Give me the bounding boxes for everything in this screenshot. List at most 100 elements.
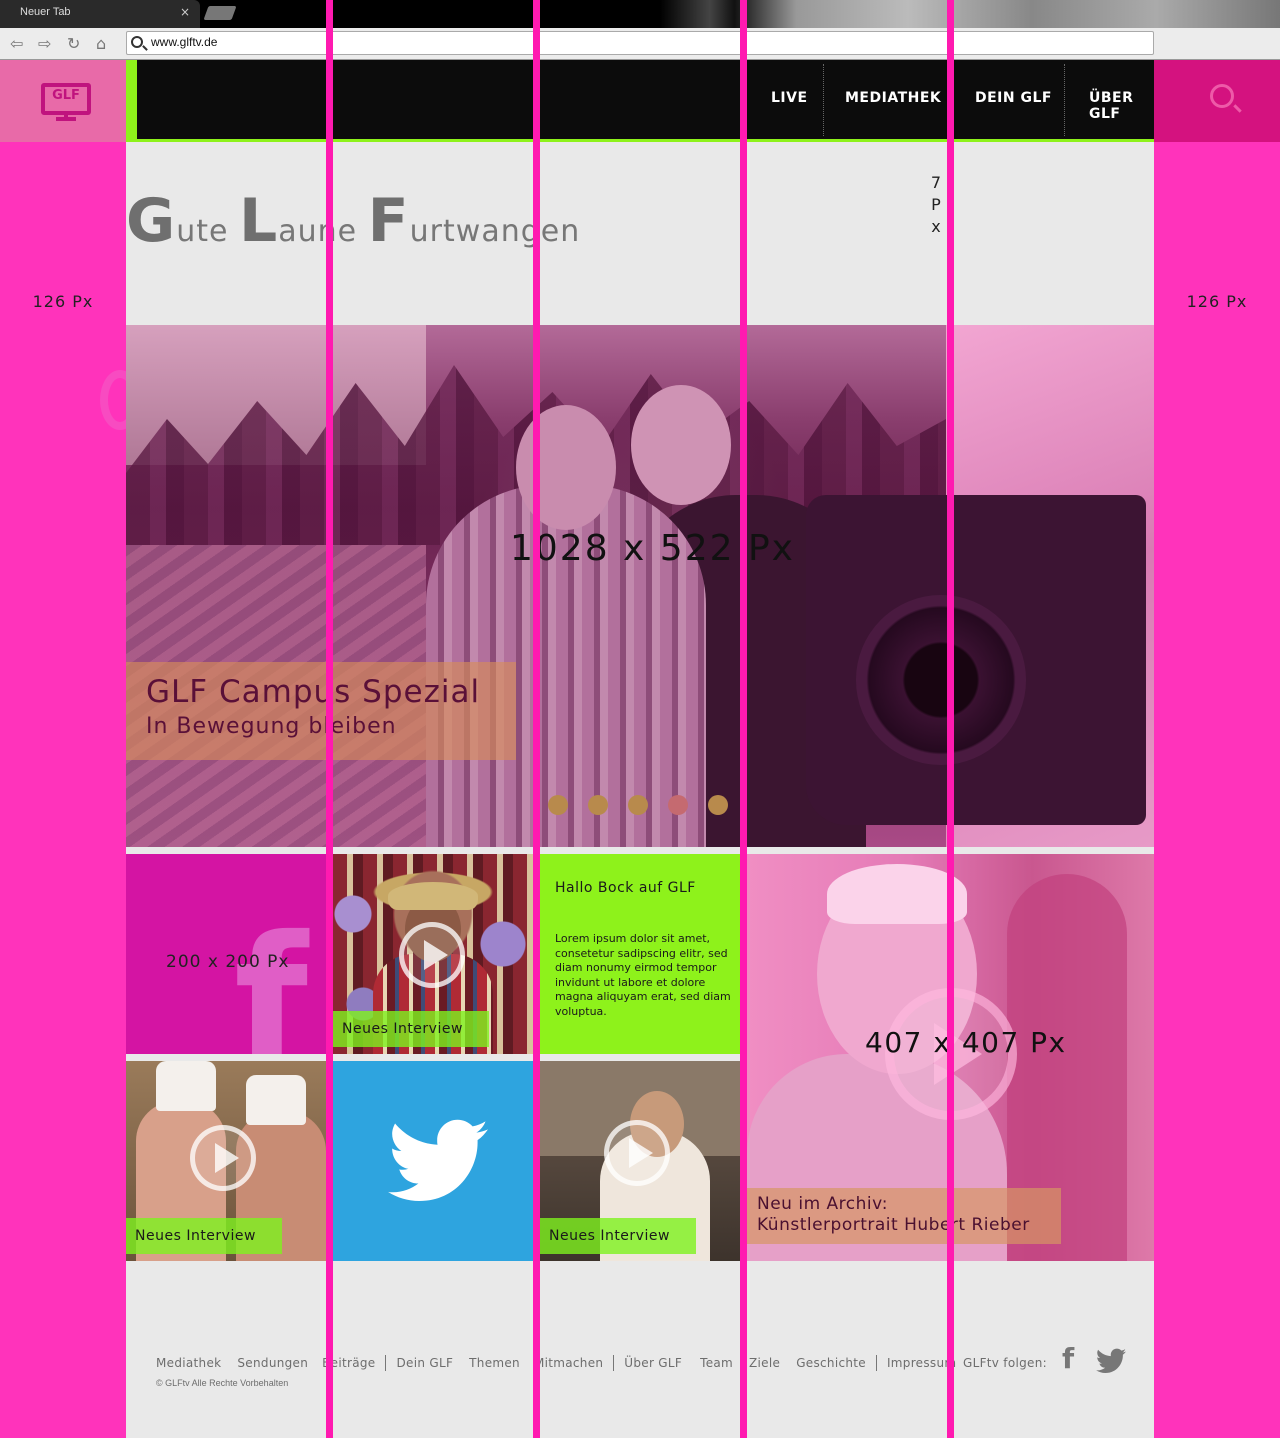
right-margin-overlay: 126 Px [1154,142,1280,1438]
grid-guide-line [533,0,540,1438]
footer-link-geschichte[interactable]: Geschichte [796,1354,866,1372]
footer-links: Mediathek Sendungen Beiträge Dein GLF Themen… [156,1354,956,1372]
tagline-word: aune [278,214,368,249]
footer-link-dein-glf[interactable]: Dein GLF [396,1354,453,1372]
footer-link-sendungen[interactable]: Sendungen [237,1354,308,1372]
gutter-annotation: 7 P x [928,172,944,238]
slider-dot[interactable] [628,795,648,815]
facebook-tile[interactable]: f 200 x 200 Px [126,854,326,1054]
facebook-icon[interactable]: f [1062,1345,1074,1373]
footer-link-themen[interactable]: Themen [469,1354,520,1372]
browser-toolbar: ⇦ ⇨ ↻ ⌂ www.glftv.de [0,28,1280,60]
interview-label: Neues Interview [126,1218,282,1254]
logo-text: GLF [52,88,80,103]
footer-separator [875,1355,877,1371]
teaser-title: Hallo Bock auf GLF [555,880,696,896]
grid-guide-line [740,0,747,1438]
slider-dot[interactable] [548,795,568,815]
copyright-text: © GLFtv Alle Rechte Vorbehalten [156,1378,289,1388]
address-bar[interactable]: www.glftv.de [126,31,1154,55]
margin-left-label: 126 Px [32,292,94,311]
slider-dots [548,795,728,817]
slider-dot[interactable] [588,795,608,815]
tagline-initial: L [239,186,279,256]
nav-underline [137,139,1154,142]
hero-subtitle: In Bewegung bleiben [146,714,397,739]
nav-separator [1064,64,1065,136]
grid-guide-line [947,0,954,1438]
play-icon[interactable] [190,1125,256,1191]
teaser-body: Lorem ipsum dolor sit amet, consetetur s… [555,932,731,1018]
text-teaser-tile[interactable]: Hallo Bock auf GLF Lorem ipsum dolor sit… [540,854,740,1054]
home-icon[interactable]: ⌂ [96,34,106,53]
accent-bar [126,60,137,142]
search-button[interactable] [1154,60,1280,142]
hero-title: GLF Campus Spezial [146,674,481,710]
left-margin-overlay: 126 Px [0,142,140,1438]
photo-person-hat [388,882,478,910]
site-logo[interactable]: GLF [0,60,126,142]
footer-link-mediathek[interactable]: Mediathek [156,1354,221,1372]
archive-label: Neu im Archiv: Künstlerportrait Hubert R… [747,1188,1061,1244]
play-icon[interactable] [604,1120,670,1186]
tagline: Gute Laune Furtwangen [126,186,580,256]
footer-link-ziele[interactable]: Ziele [749,1354,780,1372]
tab-title: Neuer Tab [20,6,71,18]
grid-guide-line [326,0,333,1438]
browser-chrome: Neuer Tab × ⇦ ⇨ ↻ ⌂ www.glftv.de [0,0,1280,60]
photo-chef-hat [246,1075,306,1125]
gutter-char: 7 [930,173,942,192]
interview-tile[interactable]: Neues Interview [333,854,533,1054]
hero-camera-lens [856,595,1026,765]
tab-strip: Neuer Tab × [0,0,1280,28]
tagline-word: urtwangen [409,214,581,249]
tagline-initial: G [126,186,177,256]
forward-arrow-icon[interactable]: ⇨ [38,34,51,53]
footer-link-team[interactable]: Team [700,1354,733,1372]
nav-item-ueber-glf[interactable]: ÜBER GLF [1089,90,1154,122]
hero-person-head [631,385,731,505]
back-arrow-icon[interactable]: ⇦ [10,34,23,53]
footer-link-mitmachen[interactable]: Mitmachen [534,1354,603,1372]
main-navigation: LIVE MEDIATHEK DEIN GLF ÜBER GLF [137,60,1154,139]
search-icon [1210,84,1234,108]
footer-link-ueber-glf[interactable]: Über GLF [624,1354,682,1372]
reload-icon[interactable]: ↻ [67,34,80,53]
interview-tile[interactable]: Neues Interview [126,1061,326,1261]
hero-caption[interactable]: GLF Campus Spezial In Bewegung bleiben [126,662,516,760]
facebook-icon: f [234,900,308,1054]
gutter-char: x [931,217,941,236]
archive-label-line: Neu im Archiv: [757,1194,888,1214]
nav-separator [823,64,824,136]
footer-link-impressum[interactable]: Impressum [887,1354,956,1372]
search-icon [131,36,143,48]
twitter-tile[interactable] [333,1061,533,1261]
hero-slider[interactable]: 1028 x 522 Px GLF Campus Spezial In Bewe… [126,325,1154,847]
small-tile-size-annotation: 200 x 200 Px [166,952,290,972]
hero-size-annotation: 1028 x 522 Px [510,528,795,569]
tv-stand [56,115,76,121]
twitter-bird-icon [388,1119,488,1201]
footer-separator [385,1355,387,1371]
twitter-icon[interactable] [1096,1348,1126,1374]
browser-tab[interactable]: Neuer Tab × [0,0,200,28]
slider-dot[interactable] [668,795,688,815]
interview-label: Neues Interview [333,1011,489,1047]
tagline-word: ute [176,214,240,249]
interview-tile[interactable]: Neues Interview [540,1061,740,1261]
play-icon[interactable] [399,922,465,988]
url-text: www.glftv.de [151,35,218,49]
nav-item-dein-glf[interactable]: DEIN GLF [975,90,1052,106]
new-tab-button[interactable] [203,6,237,20]
tv-icon: GLF [41,83,91,115]
margin-right-label: 126 Px [1186,292,1248,311]
tagline-initial: F [367,186,410,256]
gutter-char: P [931,195,941,214]
nav-item-mediathek[interactable]: MEDIATHEK [845,90,941,106]
follow-label: GLFtv folgen: [963,1356,1047,1370]
tab-close-icon[interactable]: × [180,5,190,19]
photo-person-hair [827,864,967,924]
tab-strip-background-image [660,0,1280,28]
slider-dot[interactable] [708,795,728,815]
nav-item-live[interactable]: LIVE [771,90,808,106]
